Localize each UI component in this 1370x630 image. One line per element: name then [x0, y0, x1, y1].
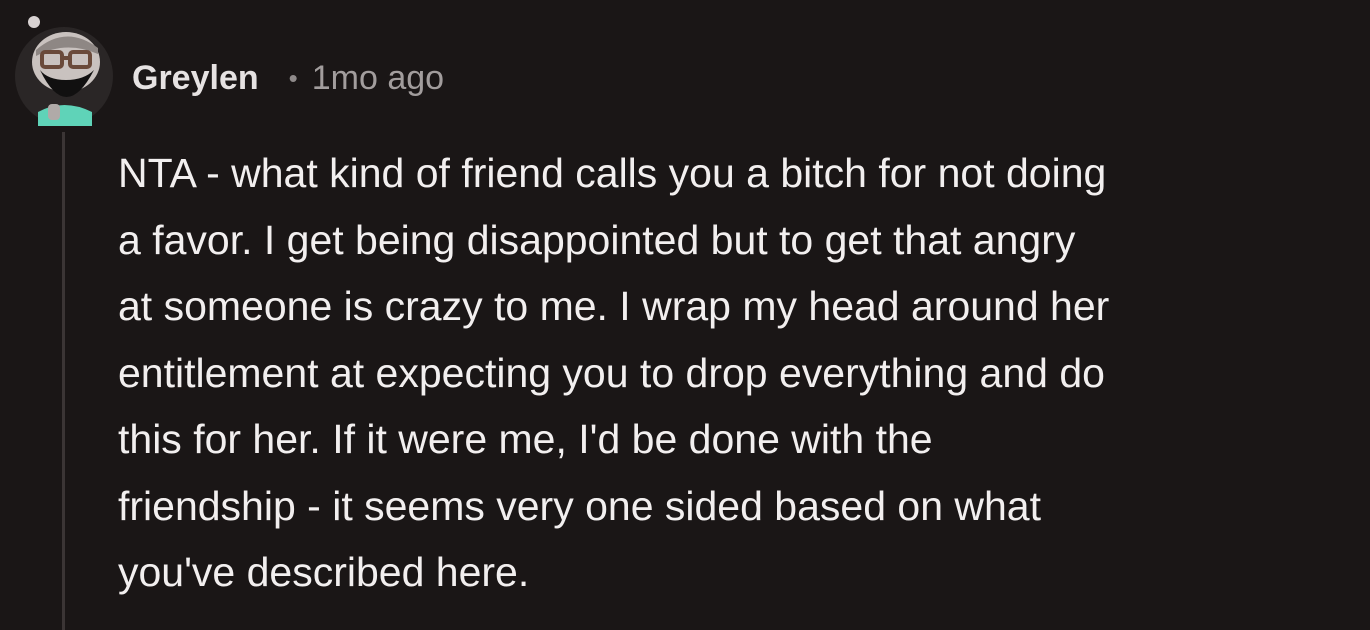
thread-collapse-line[interactable] — [62, 132, 65, 630]
author-username[interactable]: Greylen — [132, 59, 259, 98]
comment-line: NTA - what kind of friend calls you a bi… — [118, 150, 1107, 196]
comment-line: this for her. If it were me, I'd be done… — [118, 416, 933, 462]
comment-line: friendship - it seems very one sided bas… — [118, 482, 1042, 529]
comment-line: at someone is crazy to me. I wrap my hea… — [118, 283, 1110, 329]
comment-header: Greylen • 1mo ago — [132, 52, 444, 104]
comment-line: a favor. I get being disappointed but to… — [118, 216, 1076, 263]
comment-body: NTA - what kind of friend calls you a bi… — [118, 140, 1338, 606]
comment: Greylen • 1mo ago NTA - what kind of fri… — [0, 0, 1370, 630]
comment-timestamp[interactable]: 1mo ago — [312, 59, 444, 98]
bearded-glasses-avatar-icon — [15, 16, 113, 126]
meta-separator: • — [288, 62, 298, 93]
comment-line: you've described here. — [118, 549, 530, 595]
avatar[interactable] — [14, 14, 114, 126]
comment-line: entitlement at expecting you to drop eve… — [118, 349, 1105, 396]
